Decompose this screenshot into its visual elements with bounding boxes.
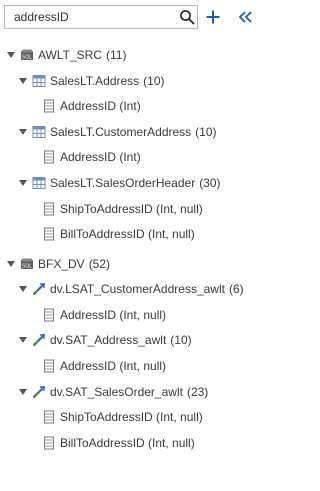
tree-node-label: SalesLT.Address (50, 73, 140, 88)
table-icon (32, 125, 46, 139)
tree-node-table[interactable]: SalesLT.Address (10) (18, 70, 165, 92)
search-box[interactable] (4, 5, 198, 29)
tree-node-count: (10) (143, 73, 165, 88)
expand-arrow-icon[interactable] (18, 172, 28, 194)
tree-node-count: (10) (195, 124, 217, 139)
tree-node-label: BFX_DV (38, 256, 85, 271)
tree-node-label: dv.LSAT_CustomerAddress_awlt (50, 282, 225, 297)
tree-node-count: (52) (88, 256, 111, 271)
column-icon (42, 227, 56, 241)
table-icon (32, 176, 46, 190)
tree-node-count: (11) (106, 48, 127, 62)
tree-node-count: (10) (170, 333, 192, 348)
satellite-link-icon (32, 385, 46, 399)
tree-node-count: (6) (228, 282, 244, 297)
tree-node-column[interactable]: AddressID (Int, null) (42, 304, 166, 326)
tree-node-column[interactable]: ShipToAddressID (Int, null) (42, 406, 203, 428)
tree-node-label: AddressID (Int) (60, 99, 141, 114)
tree-node-label: SalesLT.SalesOrderHeader (50, 176, 196, 190)
tree-node-label: AddressID (Int) (60, 150, 141, 165)
search-input[interactable] (14, 9, 169, 25)
tree-node-database[interactable]: SQL BFX_DV (52) (6, 253, 110, 275)
tree-node-label: ShipToAddressID (Int, null) (60, 201, 203, 216)
column-icon (42, 436, 56, 450)
tree-node-table[interactable]: dv.SAT_Address_awlt (10) (18, 329, 192, 351)
plus-icon (206, 10, 220, 24)
tree-node-label: dv.SAT_SalesOrder_awlt (50, 384, 183, 399)
tree-node-count: (30) (199, 176, 221, 190)
toolbar (0, 0, 263, 34)
tree-node-label: AddressID (Int, null) (60, 359, 167, 374)
expand-arrow-icon[interactable] (18, 121, 28, 143)
tree-node-label: AddressID (Int, null) (60, 307, 167, 322)
tree-node-count: (23) (186, 384, 209, 399)
tree-node-table[interactable]: dv.SAT_SalesOrder_awlt (23) (18, 381, 208, 403)
column-icon (42, 202, 56, 216)
expand-arrow-icon[interactable] (18, 329, 28, 351)
expand-arrow-icon[interactable] (6, 253, 16, 275)
tree-node-table[interactable]: SalesLT.SalesOrderHeader (30) (18, 172, 221, 194)
tree-node-column[interactable]: AddressID (Int, null) (42, 355, 166, 377)
tree-node-label: dv.SAT_Address_awlt (50, 333, 167, 348)
expand-arrow-icon[interactable] (6, 44, 16, 66)
tree-node-label: ShipToAddressID (Int, null) (60, 410, 203, 425)
double-chevron-left-icon (238, 11, 252, 23)
tree-node-column[interactable]: AddressID (Int) (42, 146, 141, 168)
satellite-link-icon (32, 333, 46, 347)
search-icon[interactable] (179, 9, 195, 25)
svg-text:SQL: SQL (22, 263, 32, 269)
column-icon (42, 308, 56, 322)
tree-node-label: BillToAddressID (Int, null) (60, 435, 195, 450)
expand-arrow-icon[interactable] (18, 278, 28, 300)
database-icon: SQL (20, 48, 34, 62)
svg-text:SQL: SQL (22, 55, 32, 61)
tree-node-label: BillToAddressID (Int, null) (60, 227, 195, 242)
collapse-panel-button[interactable] (234, 5, 256, 29)
tree-node-column[interactable]: AddressID (Int) (42, 95, 141, 117)
tree-node-column[interactable]: ShipToAddressID (Int, null) (42, 198, 203, 220)
tree-node-label: AWLT_SRC (38, 48, 103, 62)
column-icon (42, 410, 56, 424)
column-icon (42, 150, 56, 164)
tree-node-table[interactable]: SalesLT.CustomerAddress (10) (18, 121, 217, 143)
column-icon (42, 359, 56, 373)
database-icon: SQL (20, 257, 34, 271)
tree-node-column[interactable]: BillToAddressID (Int, null) (42, 223, 195, 245)
tree-node-label: SalesLT.CustomerAddress (50, 124, 192, 139)
expand-arrow-icon[interactable] (18, 70, 28, 92)
tree-node-table[interactable]: dv.LSAT_CustomerAddress_awlt (6) (18, 278, 244, 300)
column-icon (42, 99, 56, 113)
expand-arrow-icon[interactable] (18, 381, 28, 403)
add-button[interactable] (202, 5, 224, 29)
tree-node-column[interactable]: BillToAddressID (Int, null) (42, 432, 195, 454)
table-icon (32, 74, 46, 88)
satellite-link-icon (32, 282, 46, 296)
tree-node-database[interactable]: SQL AWLT_SRC (11) (6, 44, 126, 66)
